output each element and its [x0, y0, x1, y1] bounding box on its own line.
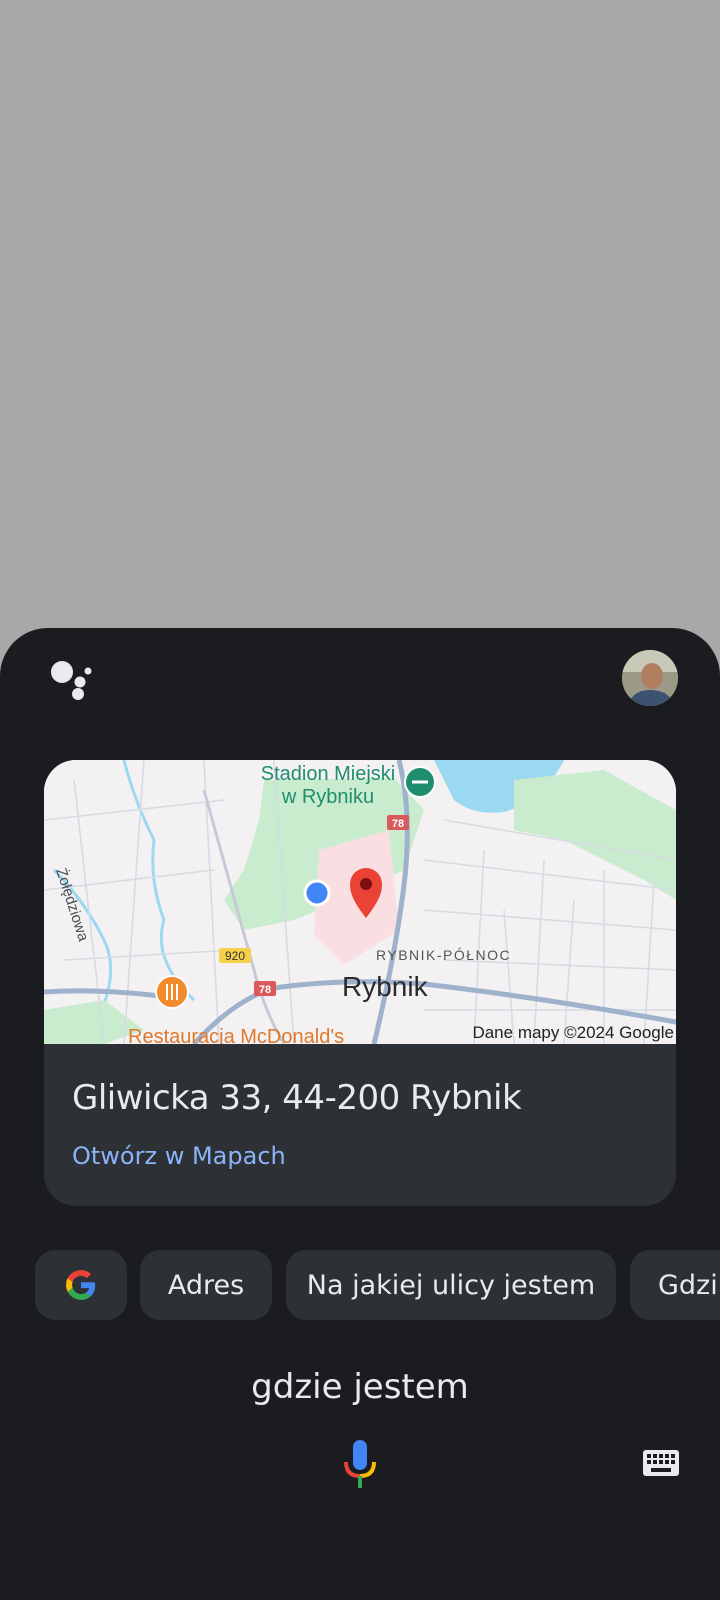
- road-badge-920: 920: [225, 949, 245, 963]
- map-label-restaurant: Restauracja McDonald's: [128, 1026, 344, 1044]
- map-preview[interactable]: 78 920 78 Stadion Miejski w Rybniku Żołę…: [44, 760, 676, 1044]
- user-avatar-icon: [622, 650, 678, 706]
- map-attribution: Dane mapy ©2024 Google: [472, 1023, 674, 1042]
- suggestion-chip-street[interactable]: Na jakiej ulicy jestem: [286, 1250, 616, 1320]
- open-in-maps-link[interactable]: Otwórz w Mapach: [72, 1142, 286, 1170]
- road-badge-78b: 78: [259, 984, 271, 996]
- google-assistant-dots-icon: [51, 661, 92, 700]
- map-label-district: RYBNIK-PÓŁNOC: [376, 947, 511, 963]
- avatar[interactable]: [622, 650, 678, 706]
- address-title: Gliwicka 33, 44-200 Rybnik: [72, 1078, 522, 1118]
- microphone-icon[interactable]: [342, 1440, 378, 1490]
- google-search-chip[interactable]: [35, 1250, 127, 1320]
- location-card[interactable]: 78 920 78 Stadion Miejski w Rybniku Żołę…: [44, 760, 676, 1206]
- suggestion-chip-where[interactable]: Gdzi: [630, 1250, 720, 1320]
- keyboard-icon[interactable]: [642, 1448, 680, 1478]
- map-label-stadium-2: w Rybniku: [281, 786, 374, 808]
- google-g-icon: [66, 1270, 96, 1300]
- suggestion-chip-address[interactable]: Adres: [140, 1250, 272, 1320]
- map-label-stadium-1: Stadion Miejski: [261, 763, 396, 785]
- map-label-city: Rybnik: [342, 971, 429, 1002]
- road-badge-78a: 78: [392, 818, 404, 830]
- current-location-dot: [303, 879, 331, 907]
- spoken-query-text: gdzie jestem: [251, 1367, 469, 1407]
